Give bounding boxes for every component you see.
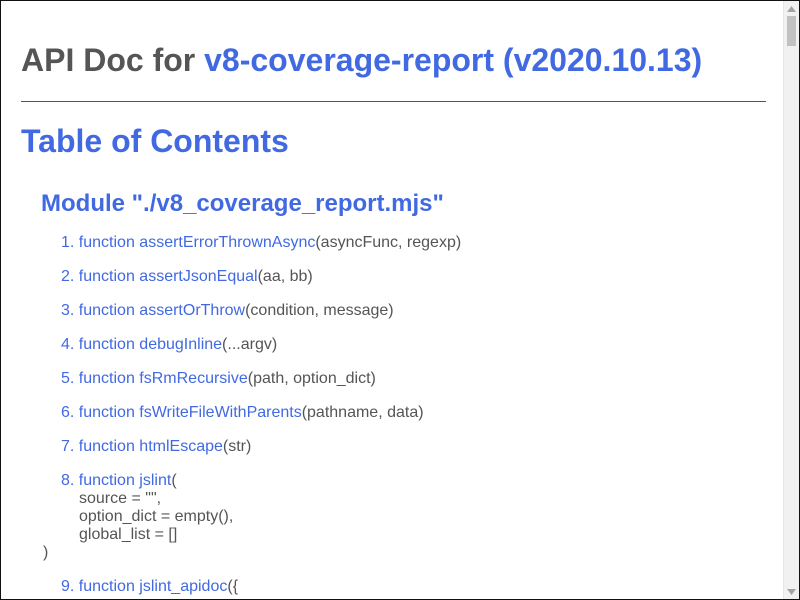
toc-item-keyword[interactable]: function bbox=[79, 302, 135, 319]
toc-item-params: (...argv) bbox=[222, 336, 278, 353]
toc-item-params: (asyncFunc, regexp) bbox=[315, 234, 462, 251]
toc-item-number: 2. bbox=[61, 268, 75, 285]
toc-item-function-name[interactable]: assertErrorThrownAsync bbox=[139, 234, 315, 251]
toc-item-keyword[interactable]: function bbox=[79, 268, 135, 285]
browser-viewport: API Doc for v8-coverage-report (v2020.10… bbox=[0, 0, 800, 600]
toc-item-function-name[interactable]: jslint bbox=[139, 472, 171, 489]
toc-item-link[interactable]: function assertOrThrow bbox=[79, 302, 245, 319]
toc-item: 8. function jslint( source = "", option_… bbox=[43, 472, 234, 562]
toc-item-function-name[interactable]: fsWriteFileWithParents bbox=[139, 404, 301, 421]
toc-item-number: 4. bbox=[61, 336, 75, 353]
scroll-up-button[interactable] bbox=[784, 1, 799, 16]
toc-item-link[interactable]: function assertJsonEqual bbox=[79, 268, 258, 285]
toc-item-number: 7. bbox=[61, 438, 75, 455]
page-title-prefix: API Doc for bbox=[21, 42, 196, 78]
toc-item-param-line: global_list = [] bbox=[79, 526, 178, 543]
toc-item: 4. function debugInline(...argv) bbox=[61, 336, 277, 354]
toc-item: 5. function fsRmRecursive(path, option_d… bbox=[61, 370, 376, 388]
triangle-up-icon bbox=[787, 5, 796, 12]
toc-item-keyword[interactable]: function bbox=[79, 438, 135, 455]
toc-item-keyword[interactable]: function bbox=[79, 370, 135, 387]
toc-item-params: (str) bbox=[222, 438, 252, 455]
toc-item: 7. function htmlEscape(str) bbox=[61, 438, 251, 456]
page-title: API Doc for v8-coverage-report (v2020.10… bbox=[21, 39, 702, 81]
toc-item-params-open: ( bbox=[171, 472, 177, 489]
toc-item-number: 3. bbox=[61, 302, 75, 319]
toc-item: 2. function assertJsonEqual(aa, bb) bbox=[61, 268, 313, 286]
toc-item-param-line: source = "", bbox=[79, 490, 162, 507]
toc-item-keyword[interactable]: function bbox=[79, 578, 135, 595]
toc-item-function-name[interactable]: jslint_apidoc bbox=[139, 578, 227, 595]
toc-item-number: 9. bbox=[61, 578, 75, 595]
toc-item-link[interactable]: function fsWriteFileWithParents bbox=[79, 404, 302, 421]
scrollbar-thumb[interactable] bbox=[787, 16, 796, 46]
toc-item: 6. function fsWriteFileWithParents(pathn… bbox=[61, 404, 424, 422]
toc-item-number: 6. bbox=[61, 404, 75, 421]
toc-item-number: 8. bbox=[61, 472, 75, 489]
toc-item-function-name[interactable]: debugInline bbox=[139, 336, 222, 353]
toc-item-params: (path, option_dict) bbox=[247, 370, 376, 387]
toc-item-keyword[interactable]: function bbox=[79, 404, 135, 421]
toc-item-link[interactable]: function debugInline bbox=[79, 336, 222, 353]
toc-heading: Table of Contents bbox=[21, 123, 289, 159]
toc-item-function-name[interactable]: fsRmRecursive bbox=[139, 370, 247, 387]
toc-item-param-line: option_dict = empty(), bbox=[79, 508, 234, 525]
toc-item-number: 1. bbox=[61, 234, 75, 251]
toc-item-link[interactable]: function jslint_apidoc bbox=[79, 578, 228, 595]
scroll-down-button[interactable] bbox=[784, 584, 799, 599]
toc-item-link[interactable]: function fsRmRecursive bbox=[79, 370, 248, 387]
toc-item-function-name[interactable]: htmlEscape bbox=[139, 438, 223, 455]
toc-item-params: ({ bbox=[227, 578, 239, 595]
toc-item-link[interactable]: function assertErrorThrownAsync bbox=[79, 234, 316, 251]
toc-item-params: (aa, bb) bbox=[257, 268, 313, 285]
toc-item: 3. function assertOrThrow(condition, mes… bbox=[61, 302, 394, 320]
toc-item-keyword[interactable]: function bbox=[79, 472, 135, 489]
toc-item-link[interactable]: function jslint bbox=[79, 472, 172, 489]
toc-item-keyword[interactable]: function bbox=[79, 234, 135, 251]
page-title-link[interactable]: v8-coverage-report (v2020.10.13) bbox=[204, 42, 702, 78]
toc-item-keyword[interactable]: function bbox=[79, 336, 135, 353]
title-divider bbox=[21, 101, 766, 102]
toc-item-params: (pathname, data) bbox=[301, 404, 424, 421]
toc-item-params-close: ) bbox=[43, 544, 49, 561]
toc-item-function-name[interactable]: assertJsonEqual bbox=[139, 268, 257, 285]
triangle-down-icon bbox=[787, 588, 796, 595]
module-heading-link[interactable]: Module "./v8_coverage_report.mjs" bbox=[41, 188, 444, 220]
toc-item-params: (condition, message) bbox=[245, 302, 394, 319]
page-content: API Doc for v8-coverage-report (v2020.10… bbox=[1, 1, 786, 599]
toc-item-link[interactable]: function htmlEscape bbox=[79, 438, 223, 455]
toc-item-function-name[interactable]: assertOrThrow bbox=[139, 302, 245, 319]
toc-item-number: 5. bbox=[61, 370, 75, 387]
toc-item: 9. function jslint_apidoc({ bbox=[61, 578, 238, 596]
toc-item: 1. function assertErrorThrownAsync(async… bbox=[61, 234, 461, 252]
vertical-scrollbar[interactable] bbox=[783, 1, 799, 599]
